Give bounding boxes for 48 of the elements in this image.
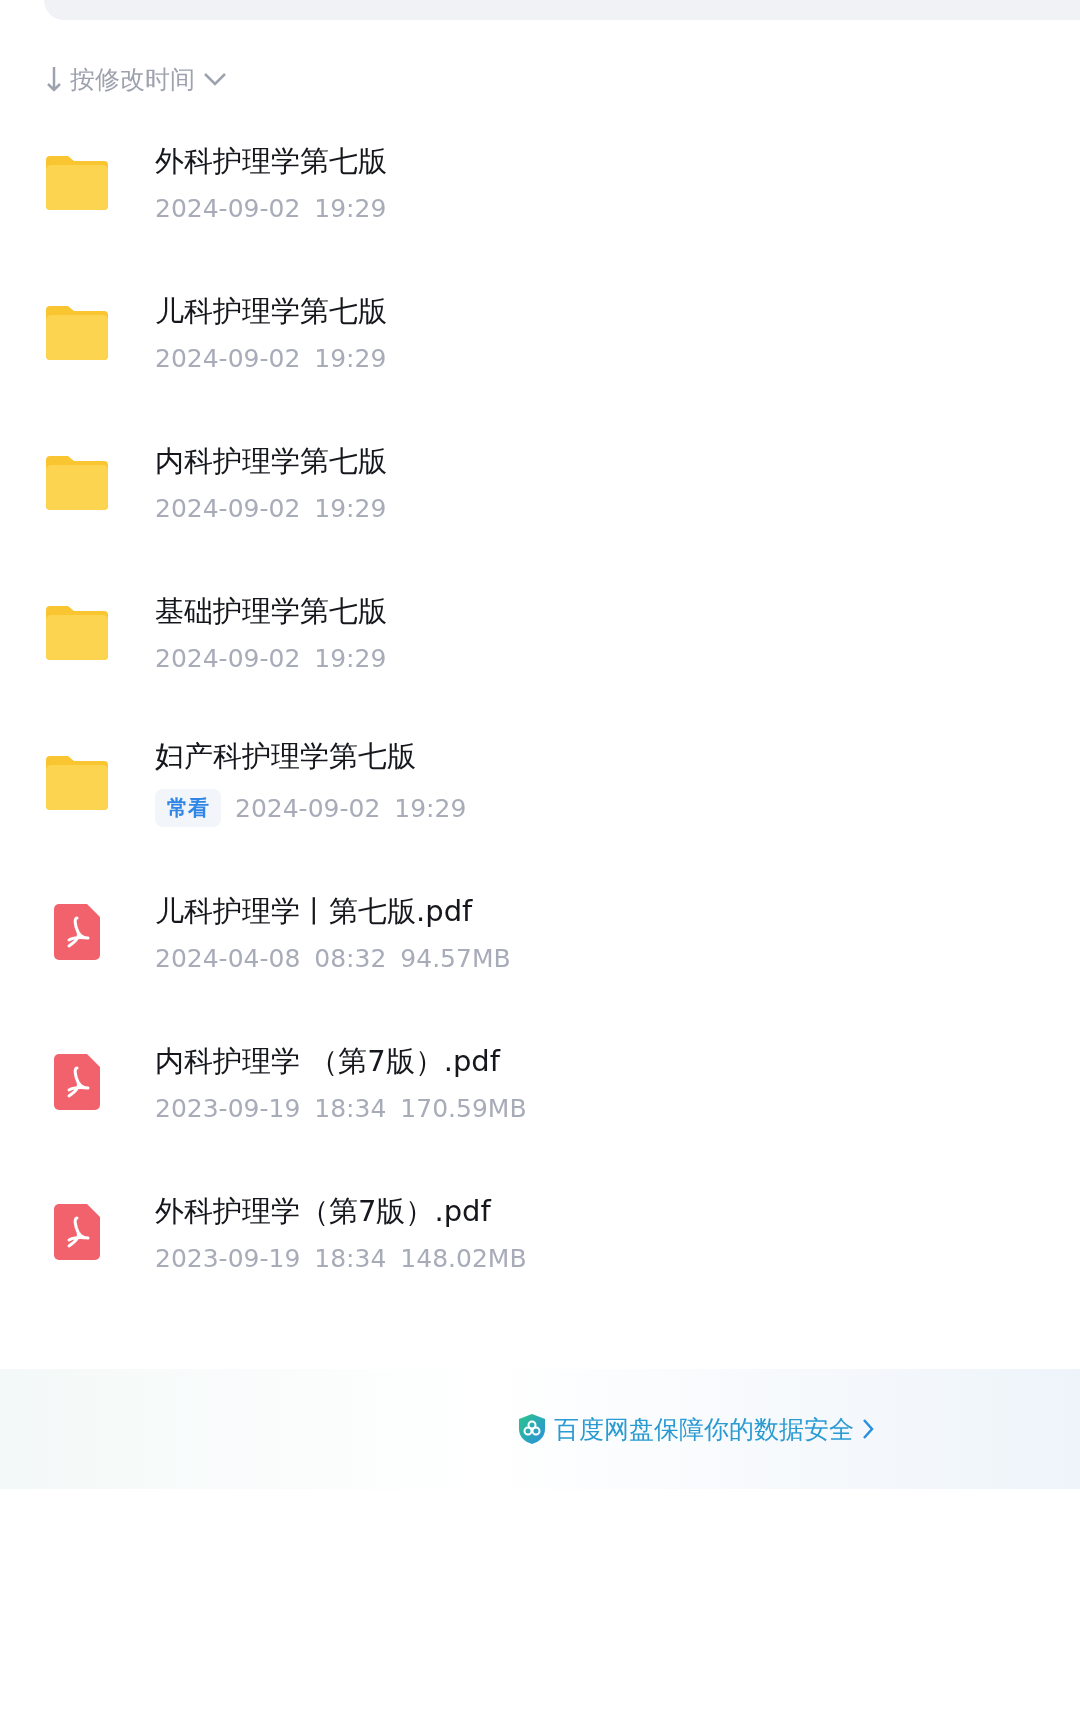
file-date: 2024-09-02	[155, 343, 301, 373]
file-time: 08:32	[314, 943, 387, 973]
file-row[interactable]: 内科护理学第七版 2024-09-02 19:29	[0, 407, 1080, 557]
folder-icon	[46, 754, 108, 810]
folder-icon	[46, 154, 108, 210]
file-date: 2024-04-08	[155, 943, 301, 973]
pdf-file-icon	[54, 904, 100, 960]
file-row[interactable]: 妇产科护理学第七版 常看 2024-09-02 19:29	[0, 707, 1080, 857]
file-time: 18:34	[314, 1243, 387, 1273]
file-time: 19:29	[314, 643, 387, 673]
file-time: 19:29	[314, 493, 387, 523]
pdf-file-icon	[54, 1054, 100, 1110]
file-name: 儿科护理学丨第七版.pdf	[155, 892, 474, 930]
file-date: 2024-09-02	[235, 793, 381, 823]
folder-icon	[46, 454, 108, 510]
file-name: 儿科护理学第七版	[155, 292, 387, 330]
folder-icon	[46, 604, 108, 660]
file-date: 2023-09-19	[155, 1243, 301, 1273]
file-row[interactable]: 儿科护理学第七版 2024-09-02 19:29	[0, 257, 1080, 407]
frequent-tag: 常看	[155, 789, 221, 827]
down-arrow-icon	[46, 65, 62, 93]
file-date: 2024-09-02	[155, 493, 301, 523]
pdf-file-icon	[54, 1204, 100, 1260]
file-date: 2024-09-02	[155, 643, 301, 673]
file-time: 19:29	[394, 793, 467, 823]
file-name: 妇产科护理学第七版	[155, 738, 417, 775]
file-date: 2024-09-02	[155, 193, 301, 223]
file-row[interactable]: 儿科护理学丨第七版.pdf 2024-04-08 08:32 94.57MB	[0, 857, 1080, 1007]
file-row[interactable]: 基础护理学第七版 2024-09-02 19:29	[0, 557, 1080, 707]
file-size: 148.02MB	[400, 1243, 527, 1273]
file-name: 内科护理学 （第7版）.pdf	[155, 1042, 502, 1080]
file-size: 94.57MB	[400, 943, 511, 973]
file-date: 2023-09-19	[155, 1093, 301, 1123]
file-name: 外科护理学第七版	[155, 142, 387, 180]
file-row[interactable]: 外科护理学第七版 2024-09-02 19:29	[0, 107, 1080, 257]
file-row[interactable]: 外科护理学（第7版）.pdf 2023-09-19 18:34 148.02MB	[0, 1157, 1080, 1307]
chevron-down-icon	[203, 72, 227, 86]
file-name: 内科护理学第七版	[155, 442, 387, 480]
file-row[interactable]: 内科护理学 （第7版）.pdf 2023-09-19 18:34 170.59MB	[0, 1007, 1080, 1157]
file-name: 外科护理学（第7版）.pdf	[155, 1192, 493, 1230]
file-time: 18:34	[314, 1093, 387, 1123]
file-size: 170.59MB	[400, 1093, 527, 1123]
folder-icon	[46, 304, 108, 360]
file-name: 基础护理学第七版	[155, 592, 387, 630]
file-time: 19:29	[314, 343, 387, 373]
shield-icon	[518, 1413, 546, 1445]
file-time: 19:29	[314, 193, 387, 223]
chevron-right-icon	[862, 1418, 874, 1440]
